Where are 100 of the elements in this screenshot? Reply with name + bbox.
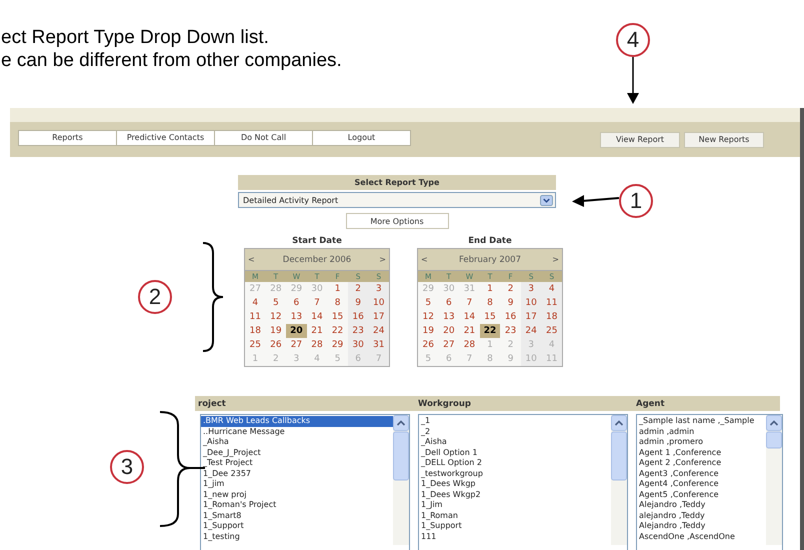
calendar-day[interactable]: 10	[520, 296, 542, 310]
calendar-day[interactable]: 1	[327, 282, 348, 296]
calendar-day[interactable]: 23	[500, 324, 521, 338]
calendar-day[interactable]: 17	[520, 310, 542, 324]
list-item[interactable]: 1_Roman's Project	[201, 500, 393, 510]
calendar-day[interactable]: 9	[348, 296, 368, 310]
calendar-day[interactable]: 18	[541, 310, 562, 324]
list-item[interactable]: admin ,admin	[637, 426, 766, 437]
list-item[interactable]: _Aisha	[419, 437, 611, 448]
calendar-day[interactable]: 26	[266, 338, 286, 352]
calendar-day[interactable]: 20	[438, 324, 460, 338]
calendar-day[interactable]: 15	[480, 310, 500, 324]
list-item[interactable]: 1_jim	[201, 479, 393, 490]
previous-month-button[interactable]: <	[248, 255, 255, 264]
calendar-day[interactable]: 16	[500, 310, 521, 324]
calendar-day[interactable]: 23	[348, 324, 368, 338]
calendar-day[interactable]: 7	[306, 296, 328, 310]
more-options-button[interactable]: More Options	[346, 213, 448, 229]
calendar-day[interactable]: 27	[286, 338, 307, 352]
calendar-day[interactable]: 12	[418, 310, 439, 324]
calendar-day[interactable]: 28	[306, 338, 328, 352]
list-item[interactable]: ..Hurricane Message	[201, 426, 393, 437]
list-item[interactable]: 1_testing	[201, 532, 393, 542]
calendar-day[interactable]: 29	[327, 338, 348, 352]
list-item[interactable]: Agent3 ,Conference	[637, 468, 766, 479]
report-button[interactable]: New Reports	[684, 132, 764, 148]
previous-month-button[interactable]: <	[421, 255, 428, 264]
report-button[interactable]: View Report	[600, 132, 680, 148]
calendar-day[interactable]: 26	[418, 338, 439, 352]
calendar-day[interactable]: 1	[480, 282, 500, 296]
calendar-day[interactable]: 21	[459, 324, 480, 338]
list-item[interactable]: _1	[419, 416, 611, 426]
report-type-dropdown[interactable]: Detailed Activity Report	[238, 192, 556, 208]
list-item[interactable]: _Aisha	[201, 437, 393, 448]
list-item[interactable]: _DELL Option 2	[419, 458, 611, 468]
calendar-day[interactable]: 2	[500, 282, 521, 296]
list-item[interactable]: 1_Dees Wkgp	[419, 479, 611, 490]
calendar-day[interactable]: 25	[245, 338, 266, 352]
calendar-day[interactable]: 7	[459, 296, 480, 310]
list-item[interactable]: Agent 2 ,Conference	[637, 458, 766, 468]
list-item[interactable]: _Test Project	[201, 458, 393, 468]
calendar-day[interactable]: 13	[286, 310, 307, 324]
calendar-day[interactable]: 10	[368, 296, 389, 310]
calendar-day[interactable]: 3	[368, 282, 389, 296]
list-item[interactable]: 1_new proj	[201, 490, 393, 500]
calendar-day[interactable]: 9	[500, 296, 521, 310]
calendar-day[interactable]: 25	[541, 324, 562, 338]
list-item[interactable]: 1_Support	[201, 521, 393, 532]
calendar-day[interactable]: 6	[286, 296, 307, 310]
calendar-day[interactable]: 18	[245, 324, 266, 338]
list-item[interactable]: _Dee_J_Project	[201, 448, 393, 458]
nav-tab[interactable]: Do Not Call	[214, 130, 313, 146]
list-item[interactable]: AscendOne ,AscendOne	[637, 532, 766, 542]
calendar-day[interactable]: 14	[306, 310, 328, 324]
calendar-day[interactable]: 24	[368, 324, 389, 338]
calendar-day[interactable]: 22	[480, 324, 500, 338]
calendar-day[interactable]: 3	[520, 282, 542, 296]
calendar-day[interactable]: 4	[541, 282, 562, 296]
list-item[interactable]: 1_Jim	[419, 500, 611, 510]
calendar-day[interactable]: 2	[348, 282, 368, 296]
list-item[interactable]: Agent4 ,Conference	[637, 479, 766, 490]
list-item[interactable]: 1_Roman	[419, 510, 611, 521]
calendar-day[interactable]: 21	[306, 324, 328, 338]
list-item[interactable]: Alejandro ,Teddy	[637, 500, 766, 510]
calendar-day[interactable]: 30	[348, 338, 368, 352]
calendar-day[interactable]: 6	[438, 296, 460, 310]
nav-tab[interactable]: Reports	[18, 130, 117, 146]
calendar-day[interactable]: 31	[368, 338, 389, 352]
calendar-day[interactable]: 11	[541, 296, 562, 310]
calendar-day[interactable]: 17	[368, 310, 389, 324]
list-item[interactable]: 1_Smart8	[201, 510, 393, 521]
list-item[interactable]: _Sample last name ,_Sample	[637, 416, 766, 426]
nav-tab[interactable]: Logout	[312, 130, 411, 146]
calendar-day[interactable]: 22	[327, 324, 348, 338]
list-item[interactable]: 1_Dees Wkgp2	[419, 490, 611, 500]
list-item[interactable]: Agent5 ,Conference	[637, 490, 766, 500]
calendar-day[interactable]: 19	[418, 324, 439, 338]
calendar-day[interactable]: 19	[266, 324, 286, 338]
list-item[interactable]: alejandro ,Teddy	[637, 510, 766, 521]
calendar-day[interactable]: 4	[245, 296, 266, 310]
next-month-button[interactable]: >	[552, 255, 559, 264]
list-item[interactable]: _Dell Option 1	[419, 448, 611, 458]
nav-tab[interactable]: Predictive Contacts	[116, 130, 215, 146]
list-item[interactable]: 111	[419, 532, 611, 542]
calendar-day[interactable]: 28	[459, 338, 480, 352]
list-item[interactable]: Agent 1 ,Conference	[637, 448, 766, 458]
list-item[interactable]: _testworkgroup	[419, 468, 611, 479]
list-item[interactable]: Alejandro ,Teddy	[637, 521, 766, 532]
list-item[interactable]: .BMR Web Leads Callbacks	[201, 416, 393, 426]
next-month-button[interactable]: >	[379, 255, 386, 264]
calendar-day[interactable]: 20	[286, 324, 307, 338]
list-item[interactable]: _2	[419, 426, 611, 437]
calendar-day[interactable]: 13	[438, 310, 460, 324]
calendar-day[interactable]: 11	[245, 310, 266, 324]
calendar-day[interactable]: 5	[266, 296, 286, 310]
calendar-day[interactable]: 12	[266, 310, 286, 324]
list-item[interactable]: 1_Support	[419, 521, 611, 532]
calendar-day[interactable]: 15	[327, 310, 348, 324]
calendar-day[interactable]: 16	[348, 310, 368, 324]
calendar-day[interactable]: 24	[520, 324, 542, 338]
